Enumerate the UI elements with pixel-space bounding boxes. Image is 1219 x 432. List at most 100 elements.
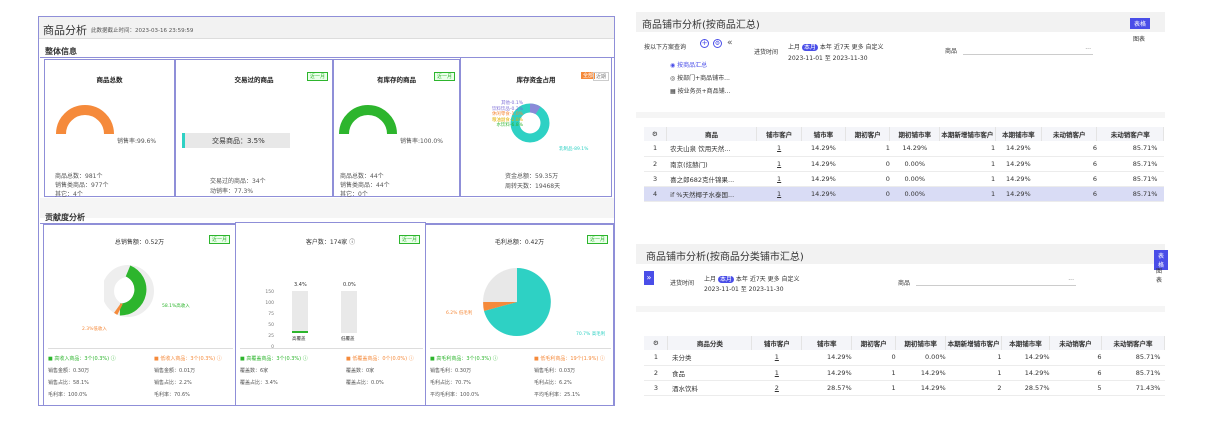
recent-month-tag[interactable]: 近一月	[398, 235, 420, 244]
stat-line: 毛利占比：6.2%	[534, 380, 572, 386]
column-header[interactable]: 本期新增铺市客户	[939, 127, 996, 141]
period-option[interactable]: 本年	[736, 276, 748, 283]
column-header[interactable]: 期初客户	[851, 336, 897, 350]
chart-view-button[interactable]: 图表	[1133, 34, 1145, 43]
column-header[interactable]: 本期铺市率	[1001, 336, 1051, 350]
cell: 85.71%	[1096, 141, 1164, 157]
period-option[interactable]: 近7天	[834, 44, 850, 51]
scheme-option[interactable]: ▦ 按业务员+商品铺...	[670, 85, 730, 98]
period-option[interactable]: 近7天	[750, 276, 766, 283]
column-header[interactable]: 未动销客户率	[1101, 336, 1166, 350]
cell: 14.29%	[1001, 365, 1050, 381]
column-header[interactable]: 铺市率	[801, 127, 847, 141]
column-header[interactable]: 期初铺市率	[895, 336, 947, 350]
column-header[interactable]: 商品	[666, 127, 758, 141]
cell-link[interactable]: 1	[751, 350, 802, 366]
recent-month-tag[interactable]: 近一月	[208, 235, 230, 244]
cell: 2	[644, 365, 668, 381]
period-option[interactable]: 更多	[768, 276, 780, 283]
cell: 14.29%	[801, 141, 846, 157]
cell: 0	[845, 171, 890, 187]
stat-line: 平均毛利率：25.1%	[534, 392, 580, 398]
cell: 2	[644, 156, 667, 172]
cell: 0.00%	[889, 156, 940, 172]
cell-link[interactable]: 1	[756, 156, 802, 172]
table-view-button[interactable]: 表格	[1130, 18, 1151, 29]
cell: 1	[939, 186, 996, 202]
profit-left-stats: ■ 高毛利商品：3个(0.3%) ⓘ 销售毛利：0.30万 毛利占比：70.7%…	[430, 353, 498, 401]
capital-labels: 其他-0.1% 饮料饮品-0.2% 休闲零食-1.0% 粮油副食-2.8% 水饮…	[463, 101, 523, 129]
traded-stats: 交易过的商品：34个 动销率：77.3%	[210, 177, 266, 197]
scheme-option[interactable]: ◎ 按部门+商品铺市...	[670, 72, 730, 85]
stat-line: 销售金额：0.30万	[48, 368, 90, 374]
stat-line: 销售类商品：977个	[55, 182, 109, 189]
column-header[interactable]: 本期新增铺市客户	[945, 336, 1003, 350]
traded-products-card: 交易过的商品 近一月 交易商品：3.5% 交易过的商品：34个 动销率：77.3…	[175, 59, 333, 197]
more-icon[interactable]: ···	[1085, 46, 1091, 53]
page-title: 商品铺市分析(按商品分类铺市汇总)	[646, 252, 804, 263]
cell-link[interactable]: 1	[756, 171, 802, 187]
scheme-option[interactable]: ◉ 按商品汇总	[670, 59, 730, 72]
period-option[interactable]: 自定义	[782, 276, 800, 283]
cell-link[interactable]: 1	[756, 141, 802, 157]
stat-line: 平均毛利率：100.0%	[430, 392, 480, 398]
stat-line: 销售占比：2.2%	[154, 380, 192, 386]
period-option[interactable]: 本年	[820, 44, 832, 51]
column-header[interactable]: 铺市客户	[756, 127, 802, 141]
profit-contrib-card: 毛利总额：0.42万 近一月 70.7% 高毛利 6.2% 低毛利 ■ 高毛利商…	[425, 224, 614, 406]
cell: 6	[1049, 350, 1102, 366]
column-header[interactable]: 未动销客户	[1041, 127, 1098, 141]
cell: 1	[939, 141, 996, 157]
cell-link[interactable]: 1	[751, 365, 802, 381]
period-option[interactable]: 自定义	[866, 44, 884, 51]
table-row[interactable]: 3 酒水饮料 2 28.57% 1 14.29% 2 28.57% 5 71.4…	[644, 380, 1165, 396]
column-header[interactable]: 商品分类	[667, 336, 753, 350]
table-row[interactable]: 2 南京(炫赫门) 1 14.29% 0 0.00% 1 14.29% 6 85…	[644, 156, 1164, 172]
tick-label: 100	[265, 301, 274, 306]
cell: 5	[1049, 380, 1102, 396]
cell-link[interactable]: 1	[756, 186, 802, 202]
cell: 1	[939, 156, 996, 172]
settings-col-icon[interactable]: ⚙	[644, 127, 667, 141]
cell-link[interactable]: 2	[751, 380, 802, 396]
table-row-selected[interactable]: 4 if %天然椰子水泰国... 1 14.29% 0 0.00% 1 14.2…	[644, 186, 1164, 202]
cell: 14.29%	[801, 350, 852, 366]
period-option[interactable]: 更多	[852, 44, 864, 51]
column-header[interactable]: 本期铺市率	[995, 127, 1043, 141]
contribution-label: 贡献度分析	[45, 213, 85, 222]
table-row[interactable]: 1 未分类 1 14.29% 0 0.00% 1 14.29% 6 85.71%	[644, 350, 1165, 366]
expand-icon[interactable]: »	[644, 271, 654, 285]
cell: 1	[644, 141, 667, 157]
recent-month-tag[interactable]: 近一月	[306, 72, 328, 81]
goods-input[interactable]: ···	[916, 277, 1076, 286]
period-option-active[interactable]: 本月	[717, 276, 734, 283]
cell: 1	[851, 380, 896, 396]
slice-label: 58.1%高收入	[162, 304, 190, 309]
column-header[interactable]: 期初铺市率	[889, 127, 941, 141]
period-option-active[interactable]: 本月	[801, 44, 818, 51]
period-option[interactable]: 上月	[704, 276, 716, 283]
recent-month-tag[interactable]: 近一月	[433, 72, 455, 81]
table-row[interactable]: 3 喜之郎682克什锦果... 1 14.29% 0 0.00% 1 14.29…	[644, 171, 1164, 187]
column-header[interactable]: 未动销客户率	[1096, 127, 1164, 141]
cell: 2	[945, 380, 1002, 396]
add-icon[interactable]: +	[700, 39, 709, 48]
recent-button[interactable]: 近期	[592, 72, 609, 81]
stat-line: 覆盖数：0家	[346, 368, 375, 374]
column-header[interactable]: 铺市客户	[751, 336, 803, 350]
table-row[interactable]: 2 食品 1 14.29% 1 14.29% 1 14.29% 6 85.71%	[644, 365, 1165, 381]
settings-col-icon[interactable]: ⚙	[644, 336, 669, 350]
more-icon[interactable]: ···	[1068, 277, 1074, 284]
cell: 1	[845, 141, 890, 157]
recent-month-tag[interactable]: 近一月	[586, 235, 608, 244]
collapse-icon[interactable]: «	[727, 38, 733, 48]
goods-input[interactable]: ···	[963, 46, 1093, 55]
cell: 0.00%	[889, 186, 940, 202]
table-row[interactable]: 1 农夫山泉 饮用天然... 1 14.29% 1 14.29% 1 14.29…	[644, 141, 1164, 157]
column-header[interactable]: 铺市率	[801, 336, 853, 350]
column-header[interactable]: 未动销客户	[1049, 336, 1102, 350]
chart-view-button[interactable]: 图表	[1156, 266, 1165, 284]
settings-icon[interactable]: ⚙	[713, 39, 722, 48]
period-option[interactable]: 上月	[788, 44, 800, 51]
column-header[interactable]: 期初客户	[845, 127, 891, 141]
